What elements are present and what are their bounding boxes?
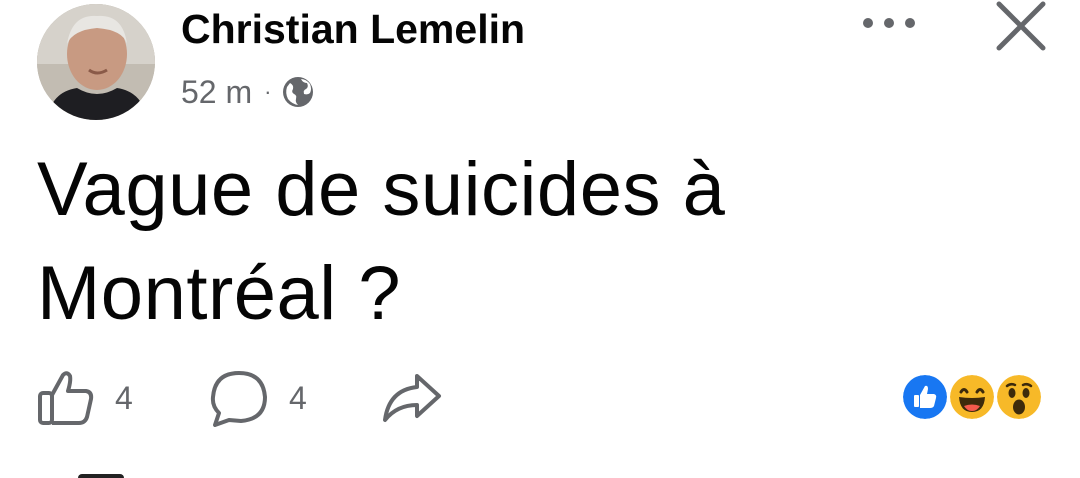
comment-count: 4: [289, 379, 307, 416]
post-text: Vague de suicides à Montréal ?: [37, 147, 726, 336]
post-meta: 52 m ·: [181, 72, 315, 112]
author-name[interactable]: Christian Lemelin: [181, 6, 525, 53]
meta-separator: ·: [264, 79, 272, 104]
avatar-photo: [37, 4, 155, 120]
like-button[interactable]: 4: [37, 369, 209, 427]
reactions-summary[interactable]: [900, 372, 1048, 422]
post-actions: 4 4: [37, 368, 443, 428]
share-arrow-icon: [383, 374, 441, 422]
post-time[interactable]: 52 m: [181, 74, 252, 111]
next-post-avatar-edge: [78, 474, 124, 478]
close-icon[interactable]: [994, 0, 1048, 52]
globe-icon[interactable]: [281, 75, 315, 109]
thumbs-up-icon: [38, 371, 94, 425]
more-horizontal-icon[interactable]: [858, 10, 920, 36]
haha-reaction-icon: [947, 372, 997, 422]
comment-button[interactable]: 4: [209, 369, 381, 427]
like-count: 4: [115, 379, 133, 416]
comment-icon: [210, 371, 267, 427]
post: Christian Lemelin 52 m · Vague de suicid…: [0, 0, 1080, 478]
wow-reaction-icon: [994, 372, 1044, 422]
like-reaction-icon: [900, 372, 950, 422]
avatar[interactable]: [37, 4, 155, 120]
share-button[interactable]: [381, 370, 443, 426]
